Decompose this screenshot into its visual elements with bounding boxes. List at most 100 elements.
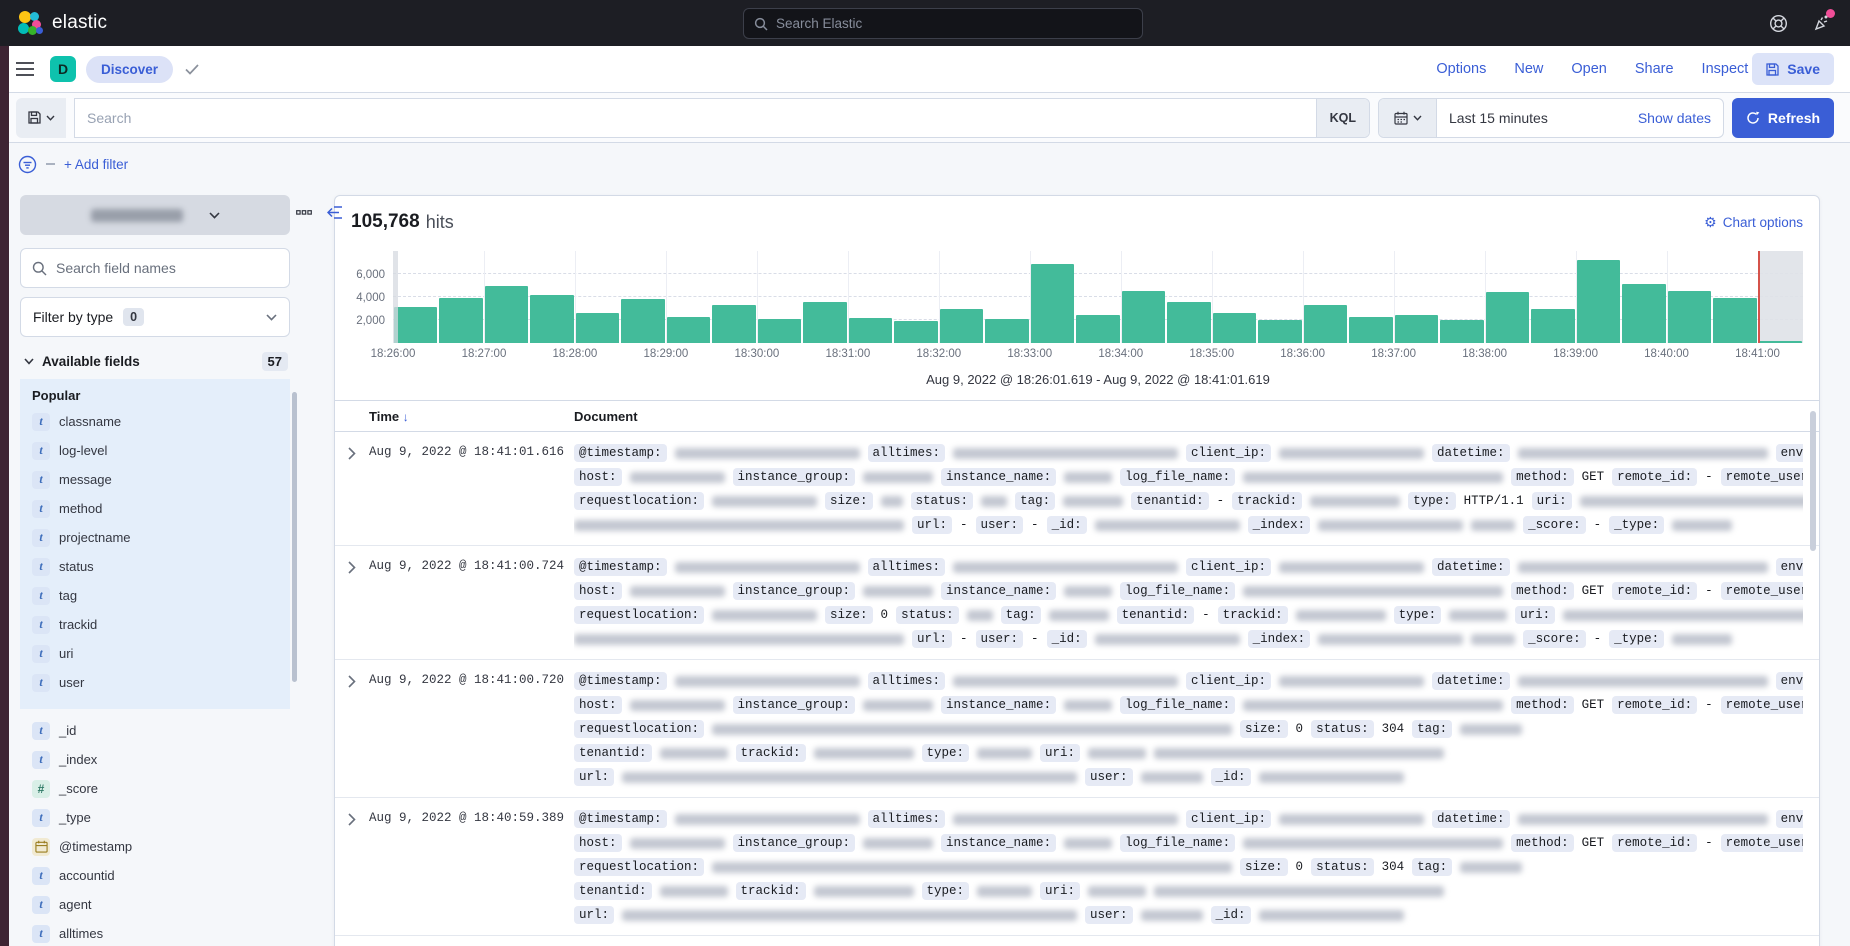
field-badge: @timestamp: [574,444,667,462]
field-badge: url: [574,768,614,786]
save-button[interactable]: Save [1752,53,1834,85]
field-item-message[interactable]: tmessage [30,465,280,494]
field-item-alltimes[interactable]: talltimes [30,919,280,946]
nav-link-inspect[interactable]: Inspect [1702,61,1749,77]
table-scrollbar[interactable] [1810,411,1816,551]
field-badge: size: [1240,858,1288,876]
show-dates-button[interactable]: Show dates [1638,110,1723,126]
histogram-bar[interactable] [621,299,664,343]
data-view-selector[interactable] [20,195,290,235]
whats-new-icon[interactable] [1812,13,1832,33]
field-item-projectname[interactable]: tprojectname [30,523,280,552]
breadcrumb[interactable]: Discover [86,56,173,83]
text-field-icon: t [32,645,50,663]
expand-row-button[interactable] [335,555,369,651]
histogram-bar[interactable] [1076,315,1119,343]
histogram-bar[interactable] [1031,264,1074,343]
app-initial-badge[interactable]: D [50,56,76,82]
histogram-bar[interactable] [394,307,437,343]
histogram-bar[interactable] [849,318,892,343]
field-item-uri[interactable]: turi [30,639,280,668]
histogram-bar[interactable] [1668,291,1711,343]
histogram-plot-area[interactable]: 2,0004,0006,000 [393,251,1803,343]
field-item-user[interactable]: tuser [30,668,280,697]
histogram-bar[interactable] [940,309,983,344]
collapse-sidebar-icon[interactable] [327,206,343,219]
field-item-accountid[interactable]: taccountid [30,861,280,890]
field-badge: remote_user: [1721,696,1803,714]
histogram-bar[interactable] [1577,260,1620,343]
histogram-bar[interactable] [667,317,710,343]
field-item-method[interactable]: tmethod [30,494,280,523]
nav-link-open[interactable]: Open [1571,61,1606,77]
expand-row-button[interactable] [335,669,369,789]
x-axis-tick-label: 18:27:00 [462,348,507,360]
histogram-bar[interactable] [1531,309,1574,343]
filter-by-type-button[interactable]: Filter by type 0 [20,297,290,337]
histogram-bar[interactable] [530,295,573,343]
histogram-bar[interactable] [1213,313,1256,343]
expand-row-button[interactable] [335,807,369,927]
filter-icon[interactable] [18,155,37,174]
available-fields-header[interactable]: Available fields 57 [24,352,288,371]
redacted-value [1563,610,1803,621]
field-settings-icon[interactable] [296,210,312,215]
refresh-button[interactable]: Refresh [1732,98,1834,138]
field-item-_score[interactable]: #_score [30,774,280,803]
histogram-bar[interactable] [1304,305,1347,343]
nav-link-options[interactable]: Options [1436,61,1486,77]
histogram-bar[interactable] [1440,320,1483,343]
field-item-agent[interactable]: tagent [30,890,280,919]
histogram-bar[interactable] [576,313,619,343]
field-badge: log_file_name: [1120,834,1235,852]
field-item-classname[interactable]: tclassname [30,407,280,436]
field-item-trackid[interactable]: ttrackid [30,610,280,639]
histogram-bar[interactable] [439,298,482,343]
histogram-bar[interactable] [758,319,801,343]
histogram-bar[interactable] [1622,284,1665,343]
field-item-_index[interactable]: t_index [30,745,280,774]
histogram-bar[interactable] [1713,298,1756,343]
add-filter-button[interactable]: + Add filter [64,157,128,172]
histogram-bar[interactable] [1349,317,1392,343]
nav-link-new[interactable]: New [1514,61,1543,77]
field-badge: _type: [1609,516,1664,534]
histogram-bar[interactable] [1258,320,1301,343]
histogram-bar[interactable] [1167,302,1210,343]
expand-row-button[interactable] [335,441,369,537]
histogram-bar[interactable] [803,302,846,343]
histogram-bar[interactable] [985,319,1028,343]
histogram-bar[interactable] [712,305,755,343]
sidebar-scrollbar[interactable] [292,392,297,682]
histogram-bar[interactable] [485,286,528,343]
histogram-bar[interactable] [1395,315,1438,343]
field-value: GET [1582,836,1605,850]
field-item-_type[interactable]: t_type [30,803,280,832]
saved-query-menu-button[interactable] [16,98,66,138]
text-field-icon: t [32,500,50,518]
brand-text: elastic [52,12,107,34]
histogram-bar[interactable] [894,321,937,343]
field-badge: remote_user: [1721,468,1803,486]
date-quick-select-button[interactable] [1379,99,1437,137]
field-item-status[interactable]: tstatus [30,552,280,581]
menu-icon[interactable] [16,62,34,76]
time-range-value[interactable]: Last 15 minutes [1437,110,1638,126]
histogram-bar[interactable] [1122,291,1165,343]
field-item-@timestamp[interactable]: @timestamp [30,832,280,861]
time-column-header[interactable]: Time ↓ [369,409,574,424]
query-input[interactable]: Search KQL [74,98,1370,138]
help-icon[interactable] [1769,14,1788,33]
elastic-logo[interactable]: elastic [16,10,107,36]
field-badge: _index: [1248,630,1311,648]
field-badge: size: [825,492,873,510]
field-item-_id[interactable]: t_id [30,716,280,745]
chart-options-button[interactable]: ⚙ Chart options [1704,215,1803,230]
nav-link-share[interactable]: Share [1635,61,1674,77]
field-item-tag[interactable]: ttag [30,581,280,610]
kql-language-button[interactable]: KQL [1316,99,1369,137]
field-item-log-level[interactable]: tlog-level [30,436,280,465]
field-search-input[interactable]: Search field names [20,248,290,288]
global-search-input[interactable]: Search Elastic [743,8,1143,39]
histogram-bar[interactable] [1486,292,1529,343]
